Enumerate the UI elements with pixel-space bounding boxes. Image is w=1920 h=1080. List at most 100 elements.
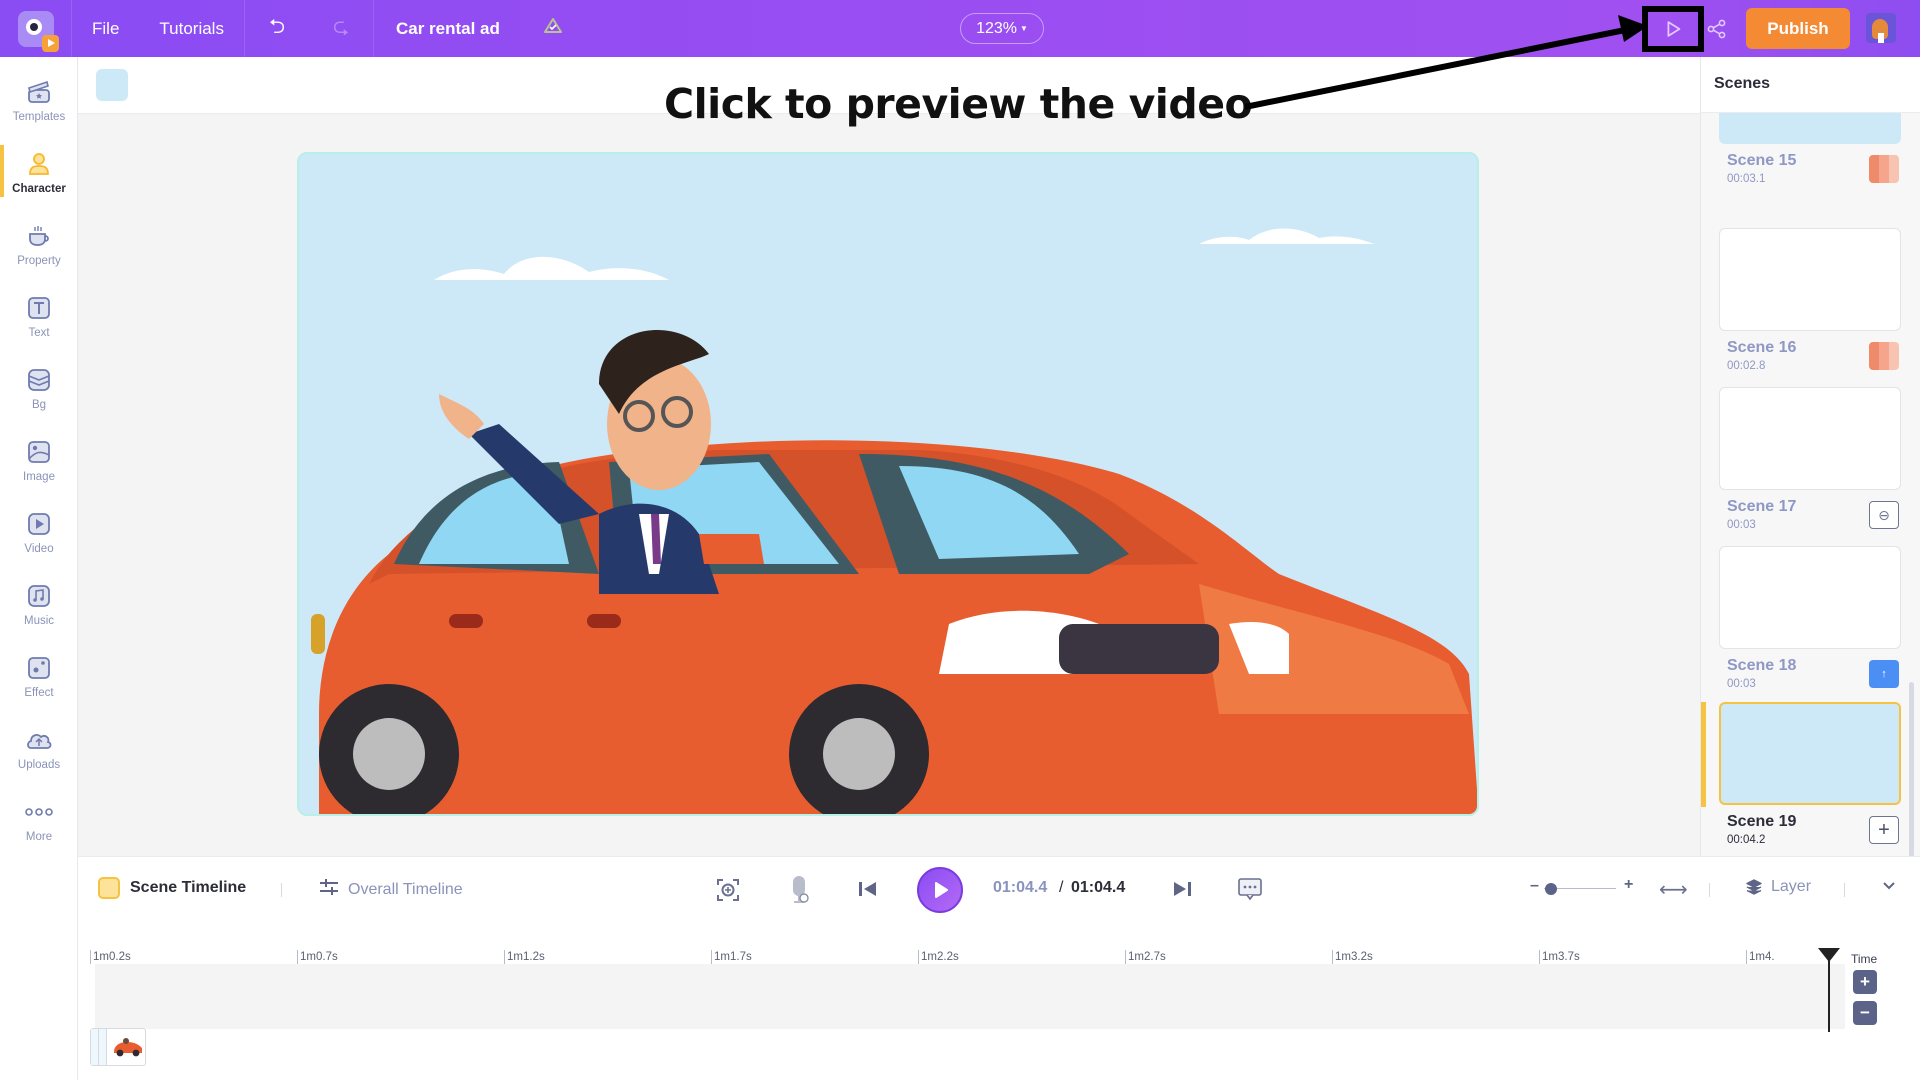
background-icon [25,366,53,394]
scene-thumbnail[interactable] [1719,546,1901,649]
tab-overall-timeline[interactable]: Overall Timeline [318,877,463,902]
arrows-horizontal-icon: ⟷ [1659,879,1688,901]
sidebar-item-label: Property [17,254,61,267]
sidebar-item-video[interactable]: Video [0,497,78,567]
scene-card[interactable]: Scene 18 00:03 ↑ [1719,546,1901,690]
sidebar-item-character[interactable]: Character [0,137,78,207]
sidebar-item-uploads[interactable]: Uploads [0,713,78,783]
undo-button[interactable]: ⮌ [245,0,309,57]
timeline-zoom-slider[interactable]: – + [1530,876,1634,899]
timeline-tick: 1m0.2s [90,950,131,964]
subtitles-button[interactable] [1237,876,1263,902]
clip-strip [91,1029,99,1065]
app-root: File Tutorials ⮌ ⮎ Car rental ad 123% ▼ … [0,0,1920,1080]
scene-thumbnail[interactable] [1719,387,1901,490]
preview-button[interactable] [1642,6,1704,52]
sidebar-item-templates[interactable]: Templates [0,65,78,135]
skip-to-start-button[interactable] [857,879,879,899]
scene-canvas[interactable] [297,152,1479,816]
zoom-level: 123% [976,19,1017,37]
collapse-timeline-button[interactable] [1881,877,1897,893]
scene-upload-button[interactable]: ↑ [1869,660,1899,688]
sidebar-item-effect[interactable]: Effect [0,641,78,711]
scenes-panel: Scenes Scene 15 00:03.1 Scene 16 00:02.8 Sce… [1700,57,1920,856]
upload-cloud-icon [25,726,53,754]
timeline-zoom-out-button[interactable]: − [1853,1001,1877,1025]
sidebar-item-label: Uploads [17,758,61,771]
layer-button[interactable]: Layer [1745,878,1811,896]
overall-timeline-icon [318,877,340,902]
sidebar-item-label: More [25,830,53,843]
project-title[interactable]: Car rental ad [374,19,522,39]
clip-strip [99,1029,107,1065]
playhead[interactable] [1818,948,1840,1032]
scene-thumbnail[interactable] [1719,228,1901,331]
scene-transition-button[interactable] [1869,155,1899,183]
zoom-dropdown[interactable]: 123% ▼ [960,13,1044,44]
scene-name: Scene 16 [1727,339,1797,356]
background-color-swatch[interactable] [96,69,128,101]
zoom-plus-icon: + [1624,876,1634,893]
scene-transition-button[interactable] [1869,342,1899,370]
focus-button[interactable] [715,877,741,903]
play-icon [935,882,948,898]
car-illustration [311,440,1477,814]
scene-add-button[interactable]: + [1869,816,1899,844]
scene-name: Scene 17 [1727,498,1797,515]
voice-record-button[interactable] [788,874,810,906]
skip-back-icon [859,882,876,896]
timeline-tick: 1m4. [1746,950,1775,964]
divider [1844,883,1845,897]
tab-label: Overall Timeline [348,880,463,898]
scene-card[interactable]: Scene 16 00:02.8 [1719,228,1901,372]
scene-thumbnail[interactable] [1719,702,1901,805]
scenes-scrollbar[interactable] [1909,682,1914,856]
sidebar-item-bg[interactable]: Bg [0,353,78,423]
sidebar-item-text[interactable]: Text [0,281,78,351]
redo-button[interactable]: ⮎ [309,0,373,57]
share-icon [1707,19,1726,39]
playback-controls: Scene Timeline Overall Timeline 01:04.4 … [78,856,1920,922]
time-separator: / [1059,879,1064,896]
timeline-zoom-in-button[interactable]: + [1853,970,1877,994]
music-icon [25,582,53,610]
scene-card[interactable]: Scene 17 00:03 ⊖ [1719,387,1901,531]
user-avatar[interactable] [1866,13,1896,43]
menu-tutorials[interactable]: Tutorials [139,0,244,57]
play-button[interactable] [917,867,963,913]
layer-label: Layer [1771,878,1812,895]
scene-duration: 00:03 [1727,519,1756,531]
text-icon [25,294,53,322]
skip-to-end-button[interactable] [1171,879,1193,899]
sidebar-item-more[interactable]: More [0,785,78,855]
app-logo[interactable] [0,0,72,57]
menu-file[interactable]: File [72,0,139,57]
slider-knob[interactable] [1545,883,1558,895]
car-thumbnail-icon [114,1038,142,1057]
cloud-saved-icon [542,17,564,40]
undo-icon: ⮌ [268,15,285,38]
scene-duration: 00:03.1 [1727,173,1766,185]
sidebar-item-image[interactable]: Image [0,425,78,495]
sidebar-item-property[interactable]: Property [0,209,78,279]
property-icon [25,222,53,250]
timeline-clip[interactable] [90,1028,146,1066]
sidebar-item-music[interactable]: Music [0,569,78,639]
templates-icon [25,78,53,106]
timeline: 1m0.2s 1m0.7s 1m1.2s 1m1.7s 1m2.2s 1m2.7s 1m3.… [78,922,1920,1080]
share-button[interactable] [1704,16,1730,42]
link-icon: ⊖ [1878,506,1890,523]
sidebar-item-label: Text [28,326,50,339]
sidebar-item-label: Image [23,470,55,483]
divider [281,883,282,897]
more-dots-icon [25,798,53,826]
tab-scene-timeline[interactable]: Scene Timeline [98,877,246,899]
publish-button[interactable]: Publish [1746,8,1850,49]
fit-width-button[interactable]: ⟷ [1659,877,1688,902]
scene-link-button[interactable]: ⊖ [1869,501,1899,529]
sidebar-item-label: Music [23,614,55,627]
image-icon [25,438,53,466]
left-sidebar: Templates Character Property Text Bg Image Vid… [0,57,78,1080]
scene-card[interactable]: Scene 19 00:04.2 + [1719,702,1901,846]
timeline-track[interactable] [95,964,1845,1029]
